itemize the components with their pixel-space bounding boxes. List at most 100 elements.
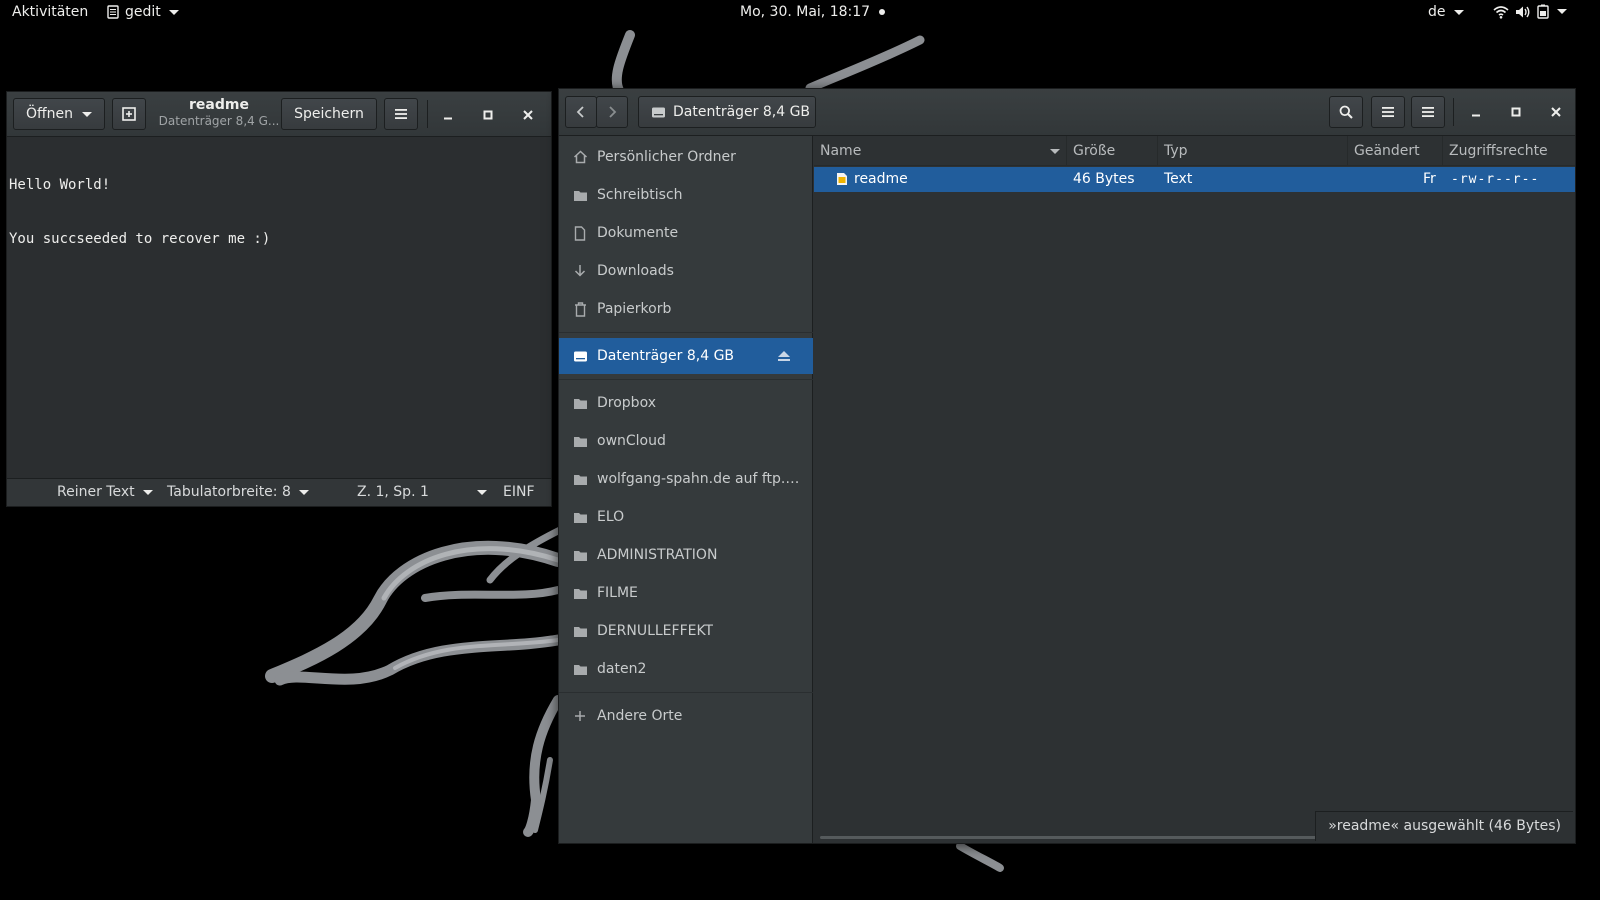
view-options-button[interactable] (1371, 96, 1405, 128)
chevron-down-icon (476, 489, 487, 495)
minimize-button[interactable] (1463, 99, 1489, 125)
sort-descending-icon (1050, 149, 1060, 154)
column-header-row: Name Größe Typ Geändert Zugriffsrechte (814, 136, 1575, 166)
column-header-modified[interactable]: Geändert (1348, 136, 1443, 166)
sidebar-item-bookmark[interactable]: FILME (559, 575, 813, 611)
open-button[interactable]: Öffnen (13, 98, 105, 130)
sidebar-item-bookmark[interactable]: DERNULLEFFEKT (559, 613, 813, 649)
hamburger-menu-button[interactable] (1411, 96, 1445, 128)
search-button[interactable] (1329, 96, 1363, 128)
tab-width-selector[interactable]: Tabulatorbreite: 8 (167, 484, 309, 500)
horizontal-scrollbar[interactable] (820, 836, 1326, 839)
column-header-type[interactable]: Typ (1158, 136, 1348, 166)
clock-button[interactable]: Mo, 30. Mai, 18:17 (740, 4, 886, 20)
insert-mode-indicator[interactable]: EINF (503, 484, 535, 500)
sidebar-item-label: Datenträger 8,4 GB (597, 348, 735, 364)
folder-icon (572, 547, 588, 563)
sidebar-item-label: Dokumente (597, 225, 679, 241)
trash-icon (572, 301, 588, 317)
sidebar-item-device[interactable]: Datenträger 8,4 GB (559, 338, 813, 374)
forward-button[interactable] (596, 96, 628, 128)
sidebar-item-desktop[interactable]: Schreibtisch (559, 177, 813, 213)
chevron-down-icon (1557, 9, 1567, 14)
sidebar-item-trash[interactable]: Papierkorb (559, 291, 813, 327)
column-header-size[interactable]: Größe (1067, 136, 1158, 166)
sidebar-item-bookmark[interactable]: Dropbox (559, 385, 813, 421)
sidebar-item-bookmark[interactable]: wolfgang-spahn.de auf ftp.str... (559, 461, 813, 497)
save-button[interactable]: Speichern (281, 98, 377, 130)
window-title: readme Datenträger 8,4 G... (157, 97, 281, 128)
sidebar-item-downloads[interactable]: Downloads (559, 253, 813, 289)
sidebar-item-documents[interactable]: Dokumente (559, 215, 813, 251)
sidebar-separator (559, 379, 813, 380)
sidebar-item-label: ADMINISTRATION (597, 547, 718, 563)
sidebar-item-home[interactable]: Persönlicher Ordner (559, 139, 813, 175)
path-bar-button[interactable]: Datenträger 8,4 GB (638, 96, 816, 128)
app-menu-button[interactable]: gedit (107, 4, 179, 20)
activities-label: Aktivitäten (12, 4, 89, 20)
sidebar-item-label: Downloads (597, 263, 674, 279)
chevron-down-icon (142, 489, 153, 495)
eject-icon[interactable] (777, 350, 791, 366)
language-button[interactable]: de (1428, 4, 1464, 20)
download-icon (572, 263, 588, 279)
clock-label: Mo, 30. Mai, 18:17 (740, 4, 871, 20)
column-header-label: Zugriffsrechte (1449, 143, 1548, 159)
column-header-permissions[interactable]: Zugriffsrechte (1443, 136, 1577, 166)
language-label: de (1428, 4, 1446, 20)
back-button[interactable] (565, 96, 597, 128)
drive-icon (572, 348, 588, 364)
close-button[interactable] (515, 102, 541, 128)
sidebar-separator (559, 332, 813, 333)
save-label: Speichern (294, 106, 364, 122)
sidebar-item-label: DERNULLEFFEKT (597, 623, 714, 639)
selection-status: »readme« ausgewählt (46 Bytes) (1315, 811, 1573, 841)
chevron-left-icon (576, 106, 584, 118)
hamburger-icon (395, 109, 407, 119)
gedit-headerbar: Öffnen readme Datenträger 8,4 G... Speic… (7, 92, 551, 137)
maximize-icon (1511, 107, 1521, 117)
minimize-icon (444, 117, 452, 120)
sidebar-item-label: ELO (597, 509, 625, 525)
search-icon (1339, 105, 1353, 119)
plus-icon (572, 708, 588, 724)
syntax-label: Reiner Text (57, 484, 135, 500)
files-window: Datenträger 8,4 GB Persönlicher Ordner S… (558, 88, 1576, 844)
activities-button[interactable]: Aktivitäten (12, 4, 88, 20)
document-icon (572, 225, 588, 241)
chevron-down-icon (1453, 9, 1464, 15)
sidebar-item-bookmark[interactable]: ownCloud (559, 423, 813, 459)
sidebar-item-bookmark[interactable]: ELO (559, 499, 813, 535)
files-headerbar: Datenträger 8,4 GB (559, 89, 1575, 136)
hamburger-menu-button[interactable] (384, 98, 418, 130)
sidebar-item-label: Andere Orte (597, 708, 683, 724)
column-header-name[interactable]: Name (814, 136, 1067, 166)
sidebar-item-label: FILME (597, 585, 638, 601)
new-document-button[interactable] (112, 98, 146, 130)
sidebar-item-bookmark[interactable]: daten2 (559, 651, 813, 687)
close-icon (523, 110, 533, 120)
folder-icon (572, 509, 588, 525)
table-row[interactable]: readme 46 Bytes Text Fr -rw-r--r-- (814, 167, 1575, 192)
insert-mode-label: EINF (503, 484, 535, 500)
close-button[interactable] (1543, 99, 1569, 125)
home-icon (572, 149, 588, 165)
sidebar-item-other-locations[interactable]: Andere Orte (559, 698, 813, 734)
path-bar-label: Datenträger 8,4 GB (673, 104, 811, 120)
system-status-button[interactable] (1493, 4, 1567, 19)
chevron-down-icon (168, 9, 179, 15)
sidebar-item-label: Dropbox (597, 395, 656, 411)
sidebar-item-bookmark[interactable]: ADMINISTRATION (559, 537, 813, 573)
file-size: 46 Bytes (1073, 171, 1135, 187)
maximize-button[interactable] (1503, 99, 1529, 125)
maximize-button[interactable] (475, 102, 501, 128)
folder-icon (572, 623, 588, 639)
sidebar-item-label: ownCloud (597, 433, 666, 449)
cursor-position-selector[interactable]: Z. 1, Sp. 1 (357, 484, 487, 500)
sidebar-item-label: daten2 (597, 661, 647, 677)
minimize-button[interactable] (435, 102, 461, 128)
syntax-selector[interactable]: Reiner Text (57, 484, 153, 500)
folder-icon (572, 433, 588, 449)
text-editor-area[interactable]: Hello World! You succseeded to recover m… (7, 138, 551, 478)
cursor-position-label: Z. 1, Sp. 1 (357, 484, 429, 500)
